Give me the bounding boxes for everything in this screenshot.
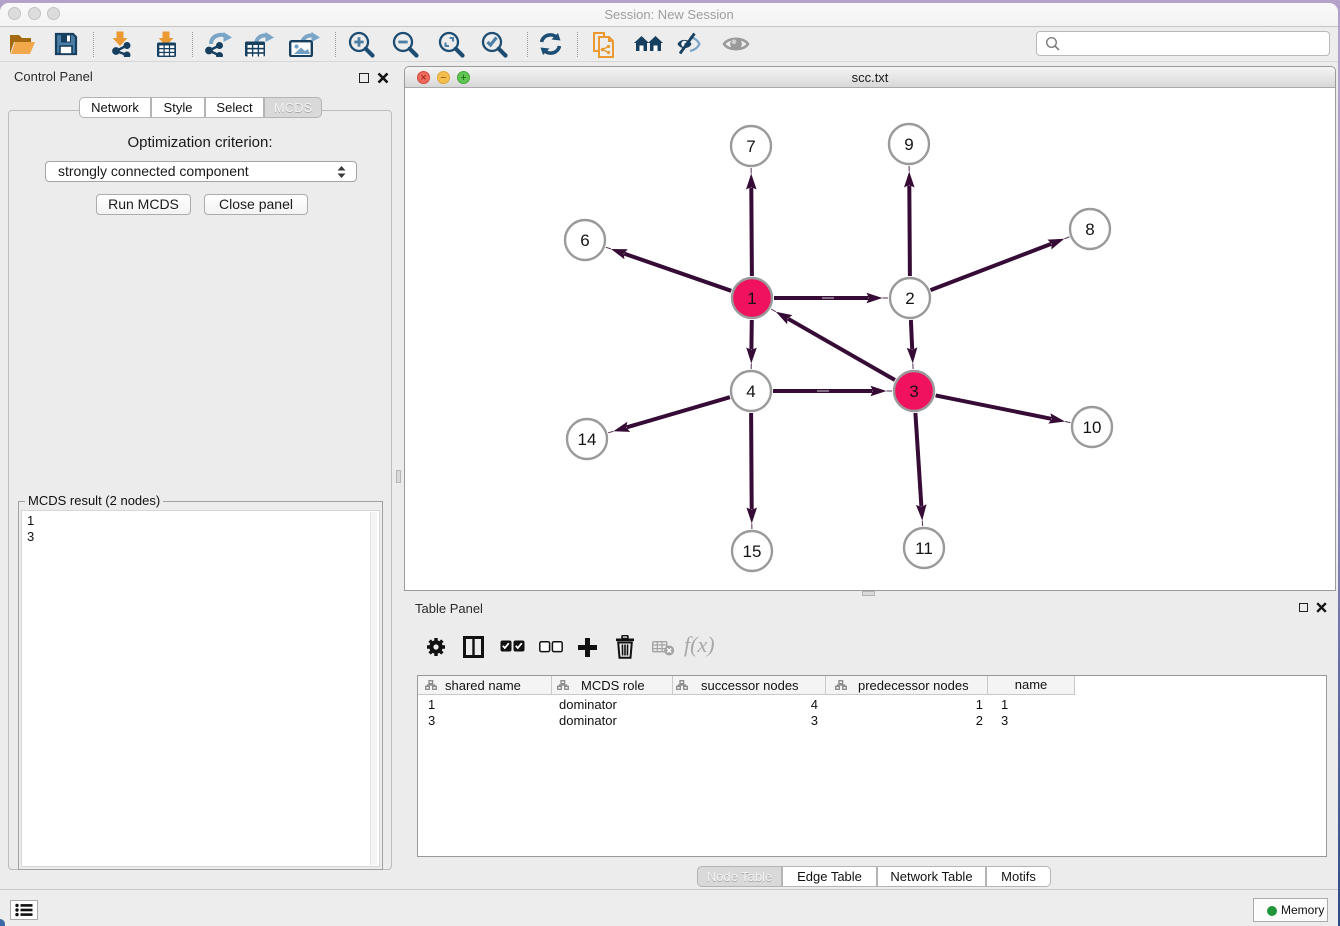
svg-text:2: 2: [905, 289, 914, 308]
svg-text:7: 7: [746, 137, 755, 156]
svg-text:4: 4: [746, 382, 755, 401]
svg-text:8: 8: [1085, 220, 1094, 239]
svg-text:3: 3: [909, 382, 918, 401]
svg-text:1: 1: [747, 289, 756, 308]
svg-text:15: 15: [743, 542, 762, 561]
svg-text:11: 11: [915, 539, 933, 558]
svg-text:9: 9: [904, 135, 913, 154]
svg-text:14: 14: [578, 430, 597, 449]
svg-text:6: 6: [580, 231, 589, 250]
svg-text:10: 10: [1083, 418, 1102, 437]
